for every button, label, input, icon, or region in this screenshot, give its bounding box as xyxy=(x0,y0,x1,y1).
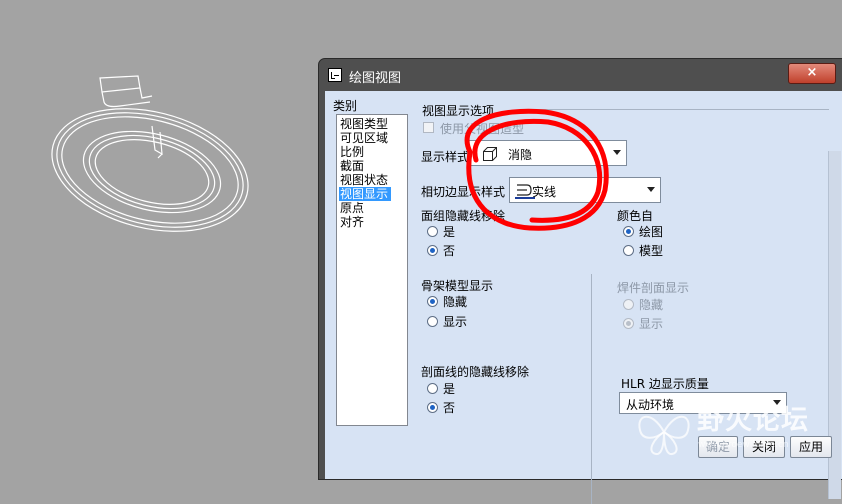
category-item-alignment[interactable]: 对齐 xyxy=(340,215,364,229)
skeleton-hide-label: 隐藏 xyxy=(443,295,468,309)
dropdown-arrow-icon xyxy=(647,187,655,192)
color-from-label: 颜色自 xyxy=(617,209,654,223)
display-style-combo[interactable]: 消隐 xyxy=(467,140,627,166)
model-wireframe-drawing xyxy=(51,75,249,232)
skeleton-show-label: 显示 xyxy=(443,315,468,329)
category-item-view-type[interactable]: 视图类型 xyxy=(340,117,388,131)
watermark-text: 野火论坛 xyxy=(697,405,809,436)
weld-xsec-display-label: 焊件剖面显示 xyxy=(617,281,690,295)
skeleton-hide-radio[interactable] xyxy=(427,296,438,307)
column-divider xyxy=(591,274,592,504)
weld-xsec-hide-radio[interactable] xyxy=(623,299,634,310)
tangent-edge-label: 相切边显示样式 xyxy=(421,185,506,199)
tangent-edge-value: 实线 xyxy=(532,185,557,199)
weld-xsec-show-label: 显示 xyxy=(639,317,664,331)
xsec-hidden-removal-no-radio[interactable] xyxy=(427,402,438,413)
use-parent-style-label: 使用父视图造型 xyxy=(440,122,525,136)
display-style-value: 消隐 xyxy=(508,148,533,162)
color-from-drawing-label: 绘图 xyxy=(639,225,664,239)
skeleton-display-label: 骨架模型显示 xyxy=(421,279,494,293)
butterfly-logo-icon xyxy=(638,415,690,455)
face-hidden-removal-yes-label: 是 xyxy=(443,225,456,239)
xsec-hidden-removal-yes-radio[interactable] xyxy=(427,383,438,394)
category-item-view-display[interactable]: 视图显示 xyxy=(339,187,392,201)
face-hidden-removal-no-label: 否 xyxy=(443,244,456,258)
dialog-app-icon xyxy=(328,68,342,82)
weld-xsec-show-radio[interactable] xyxy=(623,318,634,329)
weld-xsec-hide-label: 隐藏 xyxy=(639,298,664,312)
tangent-edge-combo[interactable]: 实线 xyxy=(509,177,661,203)
dialog-titlebar[interactable]: 绘图视图 × xyxy=(319,59,842,89)
display-style-label: 显示样式 xyxy=(421,150,470,164)
hidden-line-cube-icon xyxy=(483,147,497,161)
xsec-hidden-removal-label: 剖面线的隐藏线移除 xyxy=(421,365,530,379)
category-item-origin[interactable]: 原点 xyxy=(340,201,364,215)
section-divider xyxy=(531,109,829,110)
section-title: 视图显示选项 xyxy=(422,104,495,118)
category-item-scale[interactable]: 比例 xyxy=(340,145,364,159)
color-from-model-radio[interactable] xyxy=(623,245,634,256)
category-list[interactable]: 视图类型 可见区域 比例 截面 视图状态 视图显示 原点 对齐 xyxy=(336,114,408,426)
face-hidden-removal-yes-radio[interactable] xyxy=(427,226,438,237)
skeleton-show-radio[interactable] xyxy=(427,316,438,327)
category-label: 类别 xyxy=(333,99,358,113)
dialog-title: 绘图视图 xyxy=(349,71,402,86)
category-item-view-state[interactable]: 视图状态 xyxy=(340,173,388,187)
watermark-url: www.proewildfire.cn xyxy=(698,440,789,450)
use-parent-style-checkbox[interactable] xyxy=(423,122,434,133)
face-hidden-removal-no-radio[interactable] xyxy=(427,245,438,256)
xsec-hidden-removal-no-label: 否 xyxy=(443,401,456,415)
close-window-button[interactable]: × xyxy=(788,63,836,84)
dropdown-arrow-icon xyxy=(613,150,621,155)
color-from-drawing-radio[interactable] xyxy=(623,226,634,237)
hlr-quality-label: HLR 边显示质量 xyxy=(621,377,709,391)
forum-watermark-logo: 野火论坛 www.proewildfire.cn xyxy=(634,398,834,464)
face-hidden-removal-label: 面组隐藏线移除 xyxy=(421,209,506,223)
xsec-hidden-removal-yes-label: 是 xyxy=(443,382,456,396)
color-from-model-label: 模型 xyxy=(639,244,664,258)
category-item-section[interactable]: 截面 xyxy=(340,159,364,173)
category-item-visible-area[interactable]: 可见区域 xyxy=(340,131,388,145)
